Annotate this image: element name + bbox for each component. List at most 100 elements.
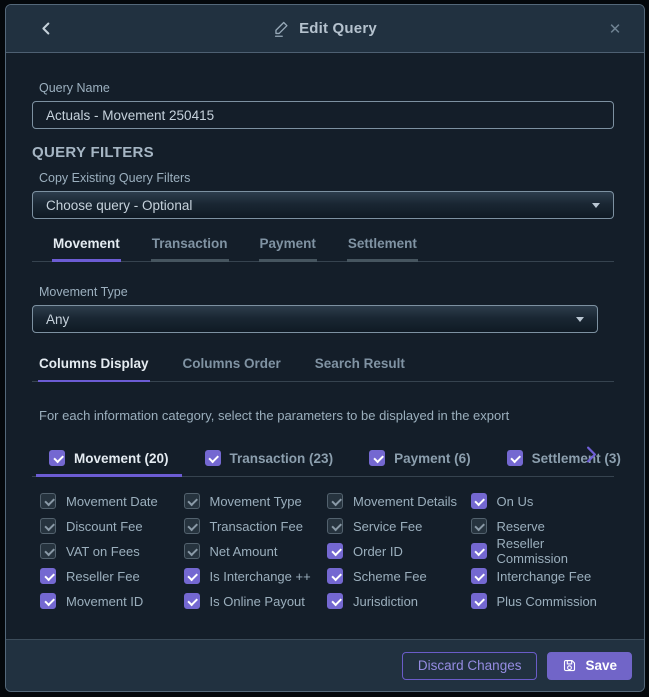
modal-body: Query Name QUERY FILTERS Copy Existing Q…: [6, 53, 644, 639]
parameter-label: Interchange Fee: [497, 569, 592, 584]
copy-filters-value: Choose query - Optional: [46, 198, 192, 213]
filter-tab[interactable]: Transaction: [151, 236, 229, 261]
filter-tab[interactable]: Settlement: [347, 236, 418, 261]
parameter-checkbox[interactable]: [471, 543, 487, 559]
columns-view-tab[interactable]: Search Result: [314, 356, 406, 381]
parameter-checkbox-item[interactable]: Movement Details: [327, 493, 471, 509]
parameter-checkbox-item[interactable]: Reseller Commission: [471, 543, 615, 559]
parameter-label: Movement Details: [353, 494, 457, 509]
filter-category-tabs: Movement Transaction Payment Settlement: [32, 236, 614, 262]
parameter-label: Movement Date: [66, 494, 158, 509]
parameter-checkbox-item[interactable]: Plus Commission: [471, 593, 615, 609]
parameter-label: Discount Fee: [66, 519, 143, 534]
save-button[interactable]: Save: [547, 652, 632, 680]
filter-tab[interactable]: Payment: [259, 236, 317, 261]
parameter-category-tab[interactable]: Settlement (3): [494, 450, 634, 476]
parameter-label: Service Fee: [353, 519, 422, 534]
parameter-checkbox-item[interactable]: Net Amount: [184, 543, 328, 559]
parameter-checkbox[interactable]: [327, 568, 343, 584]
parameter-checkbox-item[interactable]: VAT on Fees: [40, 543, 184, 559]
parameter-label: Movement Type: [210, 494, 302, 509]
parameter-checkbox[interactable]: [471, 493, 487, 509]
parameter-checkbox-item[interactable]: Order ID: [327, 543, 471, 559]
category-label: Transaction (23): [230, 451, 334, 466]
category-label: Movement (20): [74, 451, 169, 466]
parameter-checkbox[interactable]: [327, 518, 343, 534]
parameter-checkbox-item[interactable]: Interchange Fee: [471, 568, 615, 584]
parameter-label: Reseller Commission: [497, 536, 615, 566]
parameter-checkbox[interactable]: [40, 593, 56, 609]
parameter-checkbox[interactable]: [327, 543, 343, 559]
parameter-checkbox[interactable]: [40, 568, 56, 584]
columns-view-tab[interactable]: Columns Display: [38, 356, 150, 381]
discard-changes-button[interactable]: Discard Changes: [402, 652, 538, 680]
modal-header: Edit Query ✕: [6, 5, 644, 53]
parameter-checkbox-item[interactable]: Discount Fee: [40, 518, 184, 534]
parameter-checkbox-item[interactable]: Movement Date: [40, 493, 184, 509]
parameter-checkbox-item[interactable]: Movement Type: [184, 493, 328, 509]
parameter-checkbox[interactable]: [184, 568, 200, 584]
movement-type-select[interactable]: Any: [32, 305, 598, 333]
filter-tab-label: Movement: [53, 236, 120, 251]
caret-down-icon: [576, 317, 584, 322]
parameter-checkbox-item[interactable]: Is Online Payout: [184, 593, 328, 609]
parameter-checkbox[interactable]: [184, 493, 200, 509]
parameter-checkbox[interactable]: [40, 518, 56, 534]
parameter-checkbox-item[interactable]: Reserve: [471, 518, 615, 534]
query-filters-heading: QUERY FILTERS: [32, 144, 614, 161]
columns-view-tab[interactable]: Columns Order: [182, 356, 282, 381]
parameter-label: Is Interchange ++: [210, 569, 311, 584]
parameter-checkbox[interactable]: [40, 493, 56, 509]
parameter-label: Reserve: [497, 519, 545, 534]
instruction-text: For each information category, select th…: [39, 408, 614, 423]
parameter-checkbox[interactable]: [184, 593, 200, 609]
parameter-category-tab[interactable]: Payment (6): [356, 450, 484, 476]
parameter-checkbox-item[interactable]: Is Interchange ++: [184, 568, 328, 584]
copy-filters-label: Copy Existing Query Filters: [39, 171, 614, 185]
category-checkbox[interactable]: [369, 450, 385, 466]
movement-type-value: Any: [46, 312, 69, 327]
more-categories-button[interactable]: [585, 446, 598, 468]
filter-tab[interactable]: Movement: [52, 236, 121, 261]
filter-tab-label: Settlement: [348, 236, 417, 251]
parameter-label: Scheme Fee: [353, 569, 427, 584]
edit-query-modal: Edit Query ✕ Query Name QUERY FILTERS Co…: [5, 4, 645, 692]
parameter-checkbox[interactable]: [184, 518, 200, 534]
parameter-category-tab[interactable]: Movement (20): [36, 450, 182, 476]
parameter-checkbox[interactable]: [327, 593, 343, 609]
parameter-checkbox-item[interactable]: Service Fee: [327, 518, 471, 534]
save-label: Save: [585, 658, 617, 673]
filter-tab-label: Transaction: [152, 236, 228, 251]
parameter-checkbox-item[interactable]: Jurisdiction: [327, 593, 471, 609]
back-button[interactable]: [32, 15, 60, 43]
parameter-checkbox-item[interactable]: Movement ID: [40, 593, 184, 609]
parameter-checkbox[interactable]: [471, 568, 487, 584]
close-icon[interactable]: ✕: [604, 18, 626, 40]
modal-title-wrap: Edit Query: [6, 5, 644, 52]
parameter-checkbox[interactable]: [184, 543, 200, 559]
copy-filters-select[interactable]: Choose query - Optional: [32, 191, 614, 219]
category-checkbox[interactable]: [205, 450, 221, 466]
modal-footer: Discard Changes Save: [6, 639, 644, 691]
parameter-checkbox-item[interactable]: Reseller Fee: [40, 568, 184, 584]
columns-view-tab-label: Columns Order: [183, 356, 281, 371]
parameter-checkbox-item[interactable]: On Us: [471, 493, 615, 509]
columns-view-tab-label: Search Result: [315, 356, 405, 371]
discard-changes-label: Discard Changes: [418, 658, 522, 673]
caret-down-icon: [592, 203, 600, 208]
category-checkbox[interactable]: [507, 450, 523, 466]
parameter-checkbox[interactable]: [471, 593, 487, 609]
columns-view-tabs: Columns Display Columns Order Search Res…: [32, 356, 614, 382]
parameter-checkbox-item[interactable]: Scheme Fee: [327, 568, 471, 584]
parameter-checkbox[interactable]: [471, 518, 487, 534]
parameters-grid: Movement Date Movement Type Movement Det…: [40, 493, 614, 609]
query-name-input[interactable]: [32, 101, 614, 129]
chevron-right-icon: [585, 446, 598, 463]
parameter-checkbox[interactable]: [327, 493, 343, 509]
parameter-checkbox-item[interactable]: Transaction Fee: [184, 518, 328, 534]
category-checkbox[interactable]: [49, 450, 65, 466]
parameter-category-tab[interactable]: Transaction (23): [192, 450, 347, 476]
parameter-label: Transaction Fee: [210, 519, 303, 534]
parameter-label: Jurisdiction: [353, 594, 418, 609]
parameter-checkbox[interactable]: [40, 543, 56, 559]
